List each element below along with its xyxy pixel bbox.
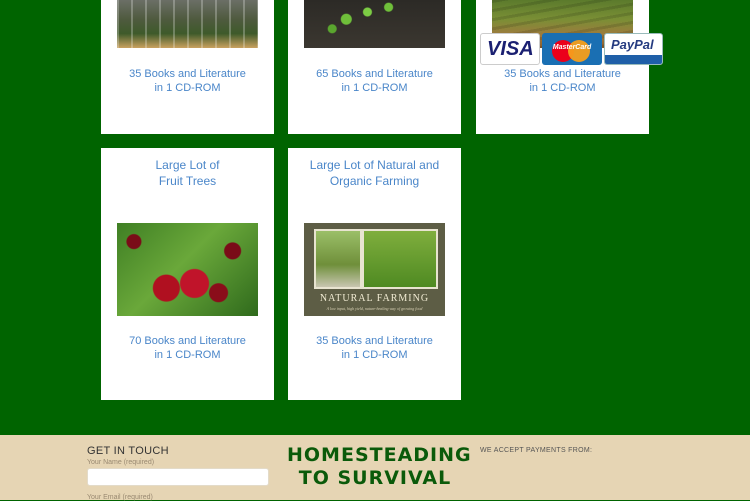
natural-farming-cover[interactable]: NATURAL FARMING A low input, high yield,…: [304, 223, 445, 316]
logo-line-2: TO SURVIVAL: [298, 467, 452, 489]
mastercard-logo: MasterCard: [542, 33, 602, 65]
product-description-link[interactable]: 35 Books and Literature in 1 CD-ROM: [288, 334, 461, 362]
paypal-logo: PayPal: [604, 33, 663, 65]
product-description-link[interactable]: 65 Books and Literature in 1 CD-ROM: [288, 67, 461, 95]
logo-line-1: HOMESTEADING: [287, 444, 472, 466]
product-card[interactable]: 35 Books and Literature in 1 CD-ROM: [101, 0, 274, 134]
product-description-link[interactable]: 35 Books and Literature in 1 CD-ROM: [476, 67, 649, 95]
product-title-link[interactable]: Large Lot of Fruit Trees: [101, 157, 274, 189]
product-card[interactable]: 65 Books and Literature in 1 CD-ROM: [288, 0, 461, 134]
name-input[interactable]: [87, 468, 269, 486]
payments-heading: WE ACCEPT PAYMENTS FROM:: [480, 447, 593, 454]
product-card[interactable]: Large Lot of Natural and Organic Farming…: [288, 148, 461, 400]
cover-title: NATURAL FARMING: [319, 293, 430, 304]
greenhouse-photo[interactable]: [117, 0, 258, 48]
cherries-photo[interactable]: [117, 223, 258, 316]
site-logo[interactable]: HOMESTEADING TO SURVIVAL: [287, 444, 472, 490]
mastercard-logo-text: MasterCard: [552, 44, 592, 51]
cover-photo-left: [314, 229, 362, 289]
product-description-link[interactable]: 70 Books and Literature in 1 CD-ROM: [101, 334, 274, 362]
product-card[interactable]: 35 Books and Literature in 1 CD-ROM: [476, 0, 649, 134]
paypal-logo-text: PayPal: [611, 37, 654, 52]
seedlings-soil-photo[interactable]: [304, 0, 445, 48]
visa-logo-text: VISA: [487, 38, 534, 60]
paypal-logo-bar: [605, 55, 662, 64]
product-card[interactable]: Large Lot of Fruit Trees 70 Books and Li…: [101, 148, 274, 400]
cover-subtitle: A low input, high yield, nature-healing …: [326, 306, 423, 311]
visa-logo: VISA: [480, 33, 540, 65]
name-field-label: Your Name (required): [87, 459, 155, 466]
cover-photo-right: [362, 229, 438, 289]
site-footer: GET IN TOUCH Your Name (required) Your E…: [0, 435, 750, 501]
product-title-link[interactable]: Large Lot of Natural and Organic Farming: [288, 157, 461, 189]
get-in-touch-heading: GET IN TOUCH: [87, 445, 169, 457]
product-description-link[interactable]: 35 Books and Literature in 1 CD-ROM: [101, 67, 274, 95]
